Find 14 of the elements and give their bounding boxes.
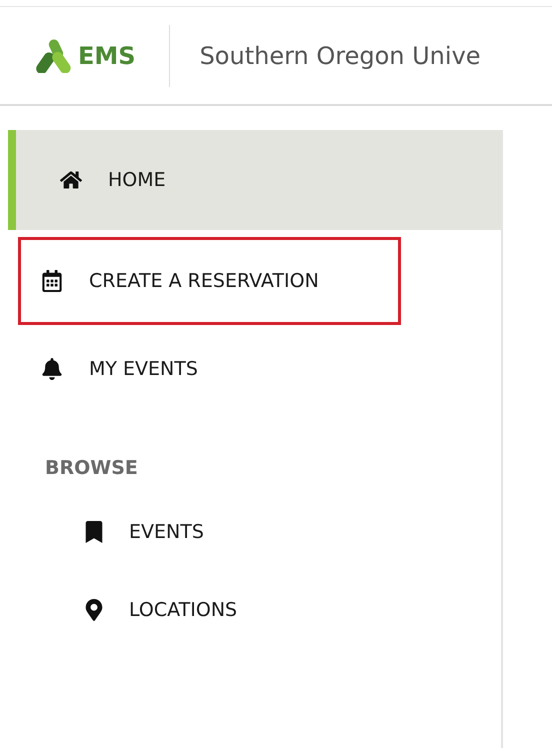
logo-icon: [36, 38, 72, 72]
section-heading: BROWSE: [45, 457, 139, 479]
menu-item[interactable]: MY EVENTS: [8, 325, 501, 413]
logo-text: EMS: [78, 42, 136, 70]
bell-icon: [41, 358, 63, 380]
bookmark-icon: [83, 521, 105, 543]
home-icon: [60, 169, 82, 191]
menu-item[interactable]: LOCATIONS: [83, 585, 242, 635]
menu-item[interactable]: EVENTS: [83, 507, 208, 557]
organization-title: Southern Oregon Unive: [200, 42, 481, 70]
map-pin-icon: [83, 599, 105, 621]
highlighted-menu-item[interactable]: CREATE A RESERVATION: [18, 237, 401, 325]
calendar-icon: [41, 270, 63, 292]
menu-item[interactable]: HOME: [8, 130, 501, 230]
